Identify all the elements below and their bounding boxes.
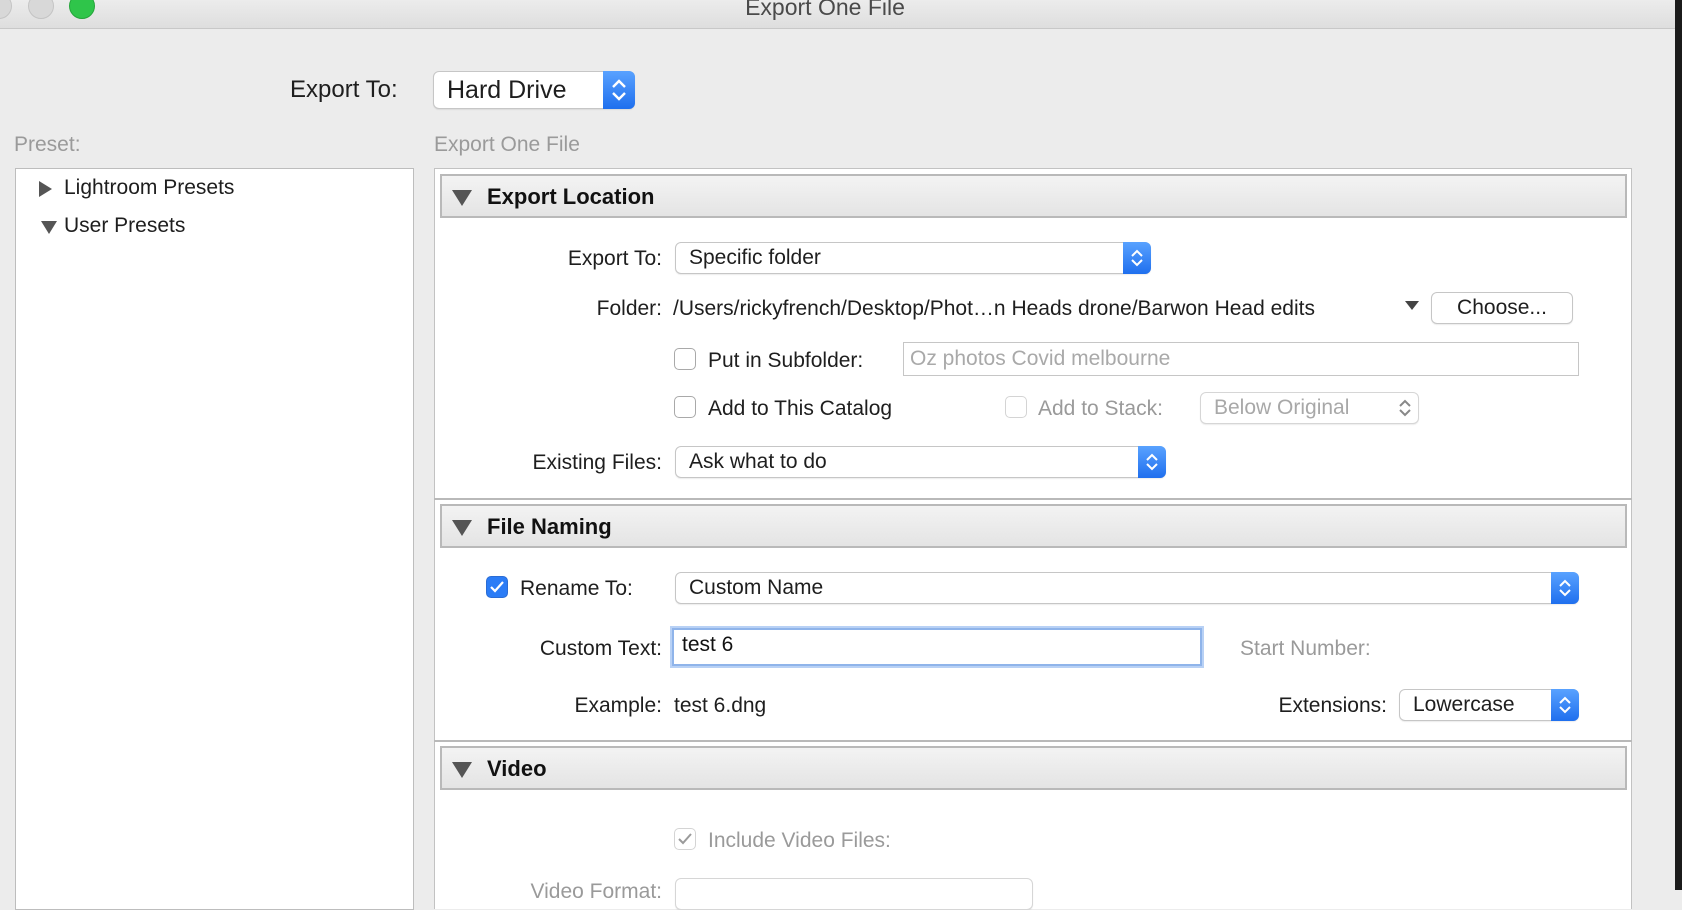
stepper-icon <box>1551 689 1579 721</box>
export-to-popup[interactable]: Hard Drive <box>433 71 635 109</box>
section-divider <box>434 740 1632 742</box>
section-export-location-header[interactable]: Export Location <box>440 174 1627 218</box>
location-export-to-popup[interactable]: Specific folder <box>675 242 1151 274</box>
folder-path: /Users/rickyfrench/Desktop/Phot…n Heads … <box>673 297 1315 320</box>
main-subtitle: Export One File <box>434 133 580 156</box>
location-export-to-value: Specific folder <box>689 246 821 269</box>
add-to-catalog-checkbox[interactable] <box>674 396 696 418</box>
existing-files-popup[interactable]: Ask what to do <box>675 446 1166 478</box>
rename-template-value: Custom Name <box>689 576 824 599</box>
add-to-stack-label: Add to Stack: <box>1038 397 1163 420</box>
checkmark-icon <box>678 833 692 845</box>
stack-position-value: Below Original <box>1214 396 1350 419</box>
disclosure-down-icon <box>452 762 472 778</box>
existing-files-value: Ask what to do <box>689 450 827 473</box>
disclosure-right-icon[interactable] <box>39 181 52 197</box>
export-to-value: Hard Drive <box>447 76 567 104</box>
disclosure-down-icon <box>452 520 472 536</box>
section-title: Export Location <box>487 184 655 209</box>
stack-position-popup[interactable]: Below Original <box>1200 392 1419 424</box>
stepper-icon <box>1551 572 1579 604</box>
video-format-label: Video Format: <box>530 880 662 903</box>
export-to-label: Export To: <box>290 76 398 103</box>
extensions-label: Extensions: <box>1278 694 1387 717</box>
video-format-popup[interactable] <box>675 878 1033 910</box>
extensions-popup[interactable]: Lowercase <box>1399 689 1579 721</box>
add-to-catalog-label: Add to This Catalog <box>708 397 893 420</box>
put-in-subfolder-label: Put in Subfolder: <box>708 349 864 372</box>
section-video-header[interactable]: Video <box>440 746 1627 790</box>
rename-template-popup[interactable]: Custom Name <box>675 572 1579 604</box>
stepper-icon <box>1138 446 1166 478</box>
preset-label: Preset: <box>14 133 81 156</box>
put-in-subfolder-checkbox[interactable] <box>674 348 696 370</box>
section-title: Video <box>487 756 547 781</box>
rename-to-label: Rename To: <box>520 577 633 600</box>
folder-history-dropdown-icon[interactable] <box>1405 301 1419 310</box>
tree-item-label: Lightroom Presets <box>64 176 235 199</box>
disclosure-down-icon <box>452 190 472 206</box>
rename-to-checkbox[interactable] <box>486 576 508 598</box>
subfolder-name-input[interactable]: Oz photos Covid melbourne <box>903 342 1579 376</box>
example-label: Example: <box>574 694 662 717</box>
start-number-label: Start Number: <box>1240 637 1371 660</box>
folder-label: Folder: <box>596 297 662 320</box>
include-video-checkbox[interactable] <box>674 828 696 850</box>
checkmark-icon <box>490 581 504 593</box>
extensions-value: Lowercase <box>1413 693 1515 716</box>
title-bar: Export One File <box>0 0 1675 29</box>
existing-files-label: Existing Files: <box>532 451 662 474</box>
section-divider <box>434 498 1632 500</box>
export-to-stepper-icon <box>603 71 635 109</box>
example-value: test 6.dng <box>674 694 767 717</box>
section-file-naming-header[interactable]: File Naming <box>440 504 1627 548</box>
choose-folder-button[interactable]: Choose... <box>1431 292 1573 324</box>
disclosure-down-icon[interactable] <box>41 221 57 234</box>
background-window-edge <box>1675 0 1682 890</box>
stepper-icon <box>1123 242 1151 274</box>
add-to-stack-checkbox[interactable] <box>1005 396 1027 418</box>
tree-item-label: User Presets <box>64 214 186 237</box>
stepper-icon <box>1391 392 1419 424</box>
custom-text-label: Custom Text: <box>539 637 662 660</box>
location-export-to-label: Export To: <box>567 247 662 270</box>
window-title: Export One File <box>745 0 905 20</box>
custom-text-input[interactable]: test 6 <box>672 628 1202 666</box>
section-title: File Naming <box>487 514 612 539</box>
include-video-label: Include Video Files: <box>708 829 891 852</box>
preset-list[interactable]: Lightroom Presets User Presets <box>15 168 414 910</box>
